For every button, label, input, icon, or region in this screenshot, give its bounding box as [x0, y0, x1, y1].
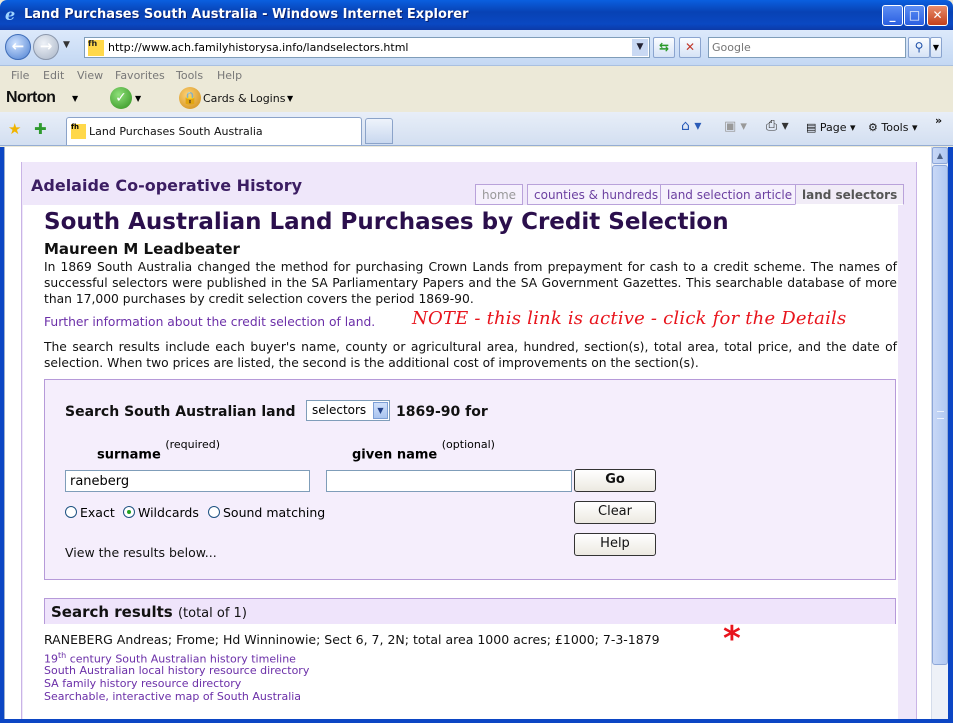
maximize-button[interactable]: □ [904, 5, 925, 26]
url-input[interactable] [108, 40, 628, 55]
nav-counties-hundreds[interactable]: counties & hundreds [527, 184, 666, 205]
given-name-label: given name (optional) [352, 438, 495, 463]
search-form-panel: Search South Australian land selectors ▼… [44, 379, 896, 580]
surname-label: surname (required) [97, 438, 221, 463]
refresh-icon[interactable]: ⇆ [653, 37, 675, 58]
menu-tools[interactable]: Tools [176, 69, 203, 82]
years-label: 1869-90 for [396, 404, 488, 420]
minimize-button[interactable]: _ [882, 5, 903, 26]
interactive-map-link[interactable]: Searchable, interactive map of South Aus… [44, 690, 301, 703]
window-titlebar: e Land Purchases South Australia - Windo… [0, 0, 953, 30]
menu-bar: File Edit View Favorites Tools Help [0, 66, 953, 86]
local-history-link[interactable]: South Australian local history resource … [44, 664, 309, 677]
add-favorite-icon[interactable]: ✚ [34, 120, 47, 138]
scrollbar-grip [937, 411, 944, 419]
results-description: The search results include each buyer's … [44, 340, 897, 370]
menu-favorites[interactable]: Favorites [115, 69, 165, 82]
results-title: Search results (total of 1) [51, 603, 247, 621]
given-name-input[interactable] [326, 470, 572, 492]
search-icon[interactable]: ⚲ [908, 37, 930, 58]
tab-favicon-icon: fh [71, 124, 86, 139]
author-name: Maureen M Leadbeater [44, 240, 240, 258]
vertical-scrollbar[interactable]: ▲ [931, 147, 948, 719]
forward-arrow-icon[interactable]: → [33, 34, 59, 60]
clear-button[interactable]: Clear [574, 501, 656, 524]
favorites-star-icon[interactable]: ★ [8, 120, 21, 138]
page-menu-button[interactable]: ▤ Page ▾ [806, 121, 856, 134]
radio-wildcards-circle[interactable] [123, 506, 135, 518]
result-row: RANEBERG Andreas; Frome; Hd Winninowie; … [44, 632, 660, 647]
page-title: South Australian Land Purchases by Credi… [44, 209, 729, 235]
tab-land-purchases[interactable]: fh Land Purchases South Australia [66, 117, 362, 145]
given-optional-note: (optional) [441, 438, 495, 451]
radio-exact-circle[interactable] [65, 506, 77, 518]
help-button[interactable]: Help [574, 533, 656, 556]
view-results-hint: View the results below... [65, 545, 217, 560]
intro-paragraph: In 1869 South Australia changed the meth… [44, 260, 897, 306]
go-button[interactable]: Go [574, 469, 656, 492]
feeds-icon[interactable]: ▣ ▾ [724, 119, 747, 134]
close-button[interactable]: ✕ [927, 5, 948, 26]
database-select-value: selectors [312, 403, 367, 417]
menu-edit[interactable]: Edit [43, 69, 64, 82]
tools-menu-button[interactable]: ⚙ Tools ▾ [868, 121, 918, 134]
menu-help[interactable]: Help [217, 69, 242, 82]
history-dropdown-icon[interactable]: ▼ [63, 40, 70, 50]
surname-required-note: (required) [165, 438, 221, 451]
safe-check-icon[interactable]: ✓ [110, 87, 132, 109]
tab-bar: ★ ✚ fh Land Purchases South Australia ⌂ … [0, 112, 953, 146]
back-arrow-icon[interactable]: ← [5, 34, 31, 60]
search-label: Search South Australian land [65, 404, 296, 420]
print-icon[interactable]: ⎙ ▾ [766, 118, 789, 134]
scrollbar-thumb[interactable] [932, 165, 948, 665]
window-title: Land Purchases South Australia - Windows… [24, 7, 469, 22]
address-toolbar: ← → ▼ fh ▼ ⇆ ✕ ⚲ ▼ [0, 30, 953, 66]
search-input[interactable] [712, 39, 902, 56]
cards-dropdown-icon[interactable]: ▼ [287, 94, 293, 103]
search-box[interactable] [708, 37, 906, 58]
window-border-right [948, 147, 953, 723]
search-options-icon[interactable]: ▼ [930, 37, 942, 58]
radio-sound-matching[interactable]: Sound matching [208, 505, 325, 520]
url-dropdown-icon[interactable]: ▼ [632, 39, 648, 56]
address-field[interactable]: fh ▼ [84, 37, 650, 58]
credit-selection-info-link[interactable]: Further information about the credit sel… [44, 315, 375, 329]
family-history-link[interactable]: SA family history resource directory [44, 677, 241, 690]
norton-toolbar: Norton ▼ ✓ ▼ 🔒 Cards & Logins ▼ [0, 86, 953, 112]
chevron-down-icon[interactable]: ▼ [373, 402, 388, 419]
nav-land-selection-article[interactable]: land selection article [660, 184, 800, 205]
tab-label: Land Purchases South Australia [89, 125, 263, 138]
results-header: Search results (total of 1) [44, 598, 896, 624]
site-title: Adelaide Co-operative History [31, 176, 303, 195]
radio-wildcards[interactable]: Wildcards [123, 505, 199, 520]
site-page: Adelaide Co-operative History home count… [21, 162, 917, 719]
new-tab-button[interactable] [365, 118, 393, 144]
chevron-more-icon[interactable]: » [935, 114, 942, 127]
content-area: South Australian Land Purchases by Credi… [23, 205, 898, 719]
red-asterisk-marker: * [723, 619, 741, 659]
radio-sound-circle[interactable] [208, 506, 220, 518]
page-viewport: Adelaide Co-operative History home count… [4, 147, 931, 719]
menu-file[interactable]: File [11, 69, 29, 82]
menu-view[interactable]: View [77, 69, 103, 82]
surname-input[interactable] [65, 470, 310, 492]
safe-dropdown-icon[interactable]: ▼ [135, 94, 141, 103]
norton-dropdown-icon[interactable]: ▼ [72, 94, 78, 103]
window-border-bottom [0, 719, 953, 723]
nav-land-selectors[interactable]: land selectors [795, 184, 905, 205]
stop-icon[interactable]: ✕ [679, 37, 701, 58]
site-favicon-icon: fh [88, 40, 104, 56]
database-select[interactable]: selectors ▼ [306, 400, 390, 421]
ie-logo-icon: e [5, 5, 16, 24]
handwritten-note: NOTE - this link is active - click for t… [412, 308, 847, 329]
results-total: (total of 1) [177, 606, 247, 621]
lock-icon[interactable]: 🔒 [179, 87, 201, 109]
norton-logo[interactable]: Norton [6, 89, 56, 107]
home-icon[interactable]: ⌂ ▾ [681, 118, 701, 134]
cards-logins-button[interactable]: Cards & Logins [203, 92, 285, 105]
scroll-up-icon[interactable]: ▲ [932, 147, 948, 164]
nav-home[interactable]: home [475, 184, 524, 205]
radio-exact[interactable]: Exact [65, 505, 115, 520]
